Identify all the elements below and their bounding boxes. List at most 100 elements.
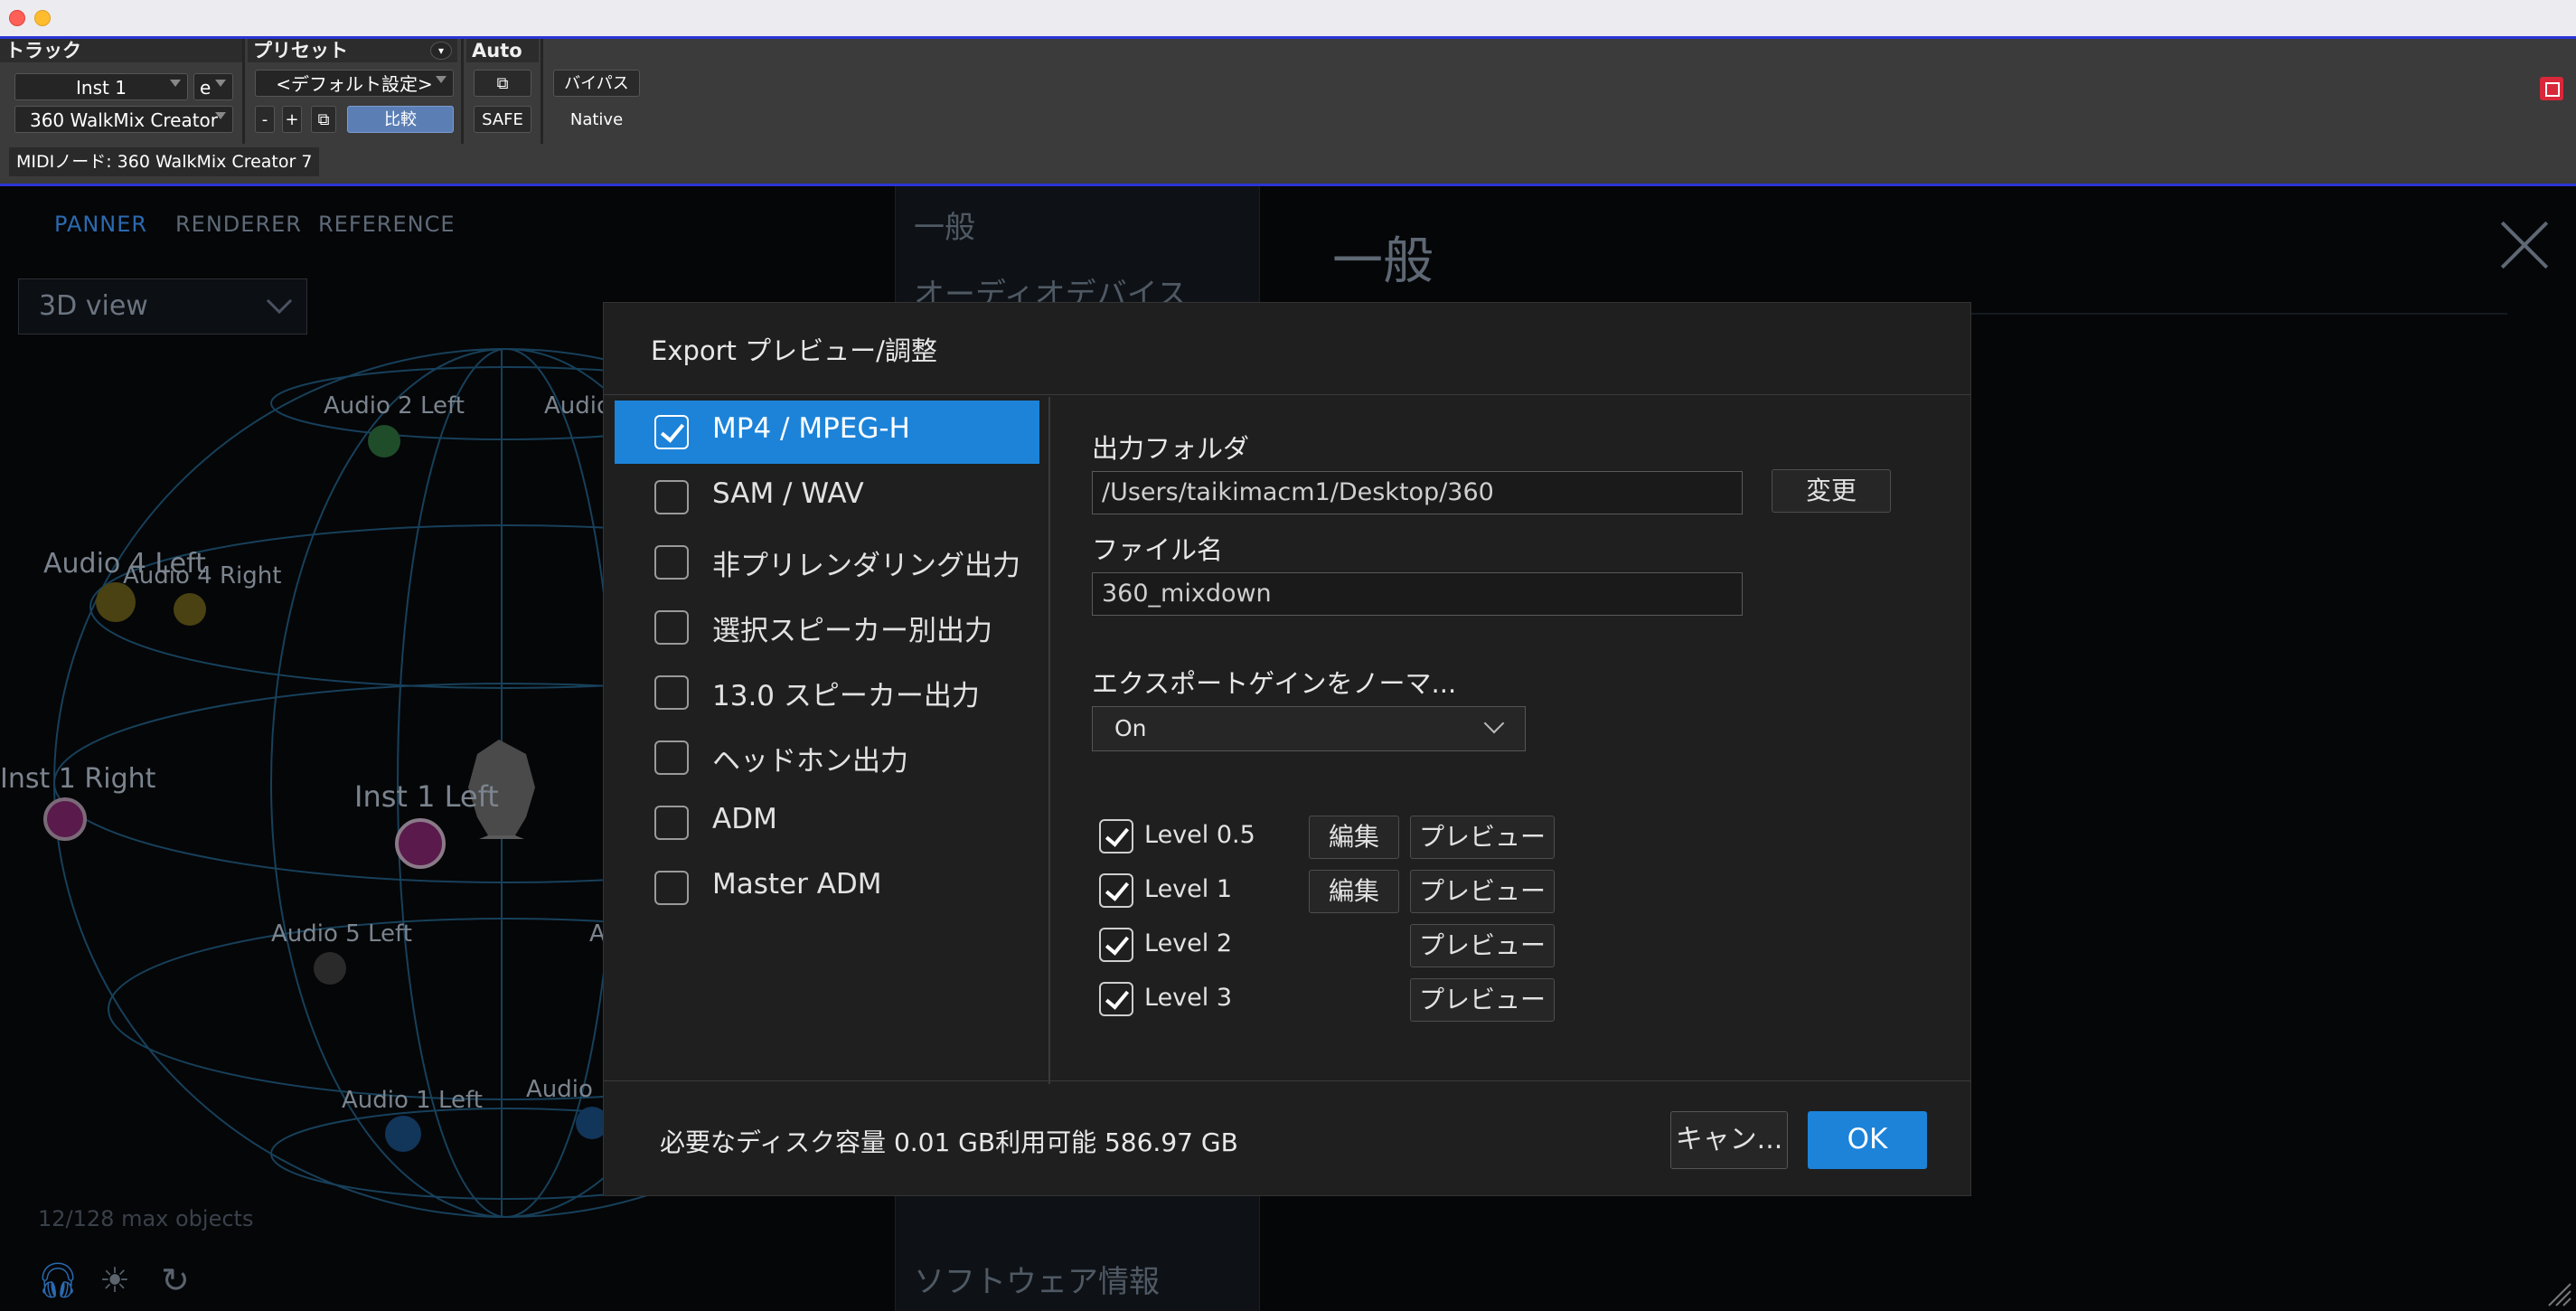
plugin-selector[interactable]: 360 WalkMix Creator: [14, 106, 233, 133]
format-item-mp4-mpeg-h[interactable]: MP4 / MPEG-H: [615, 401, 1039, 464]
level-0-5-edit-button[interactable]: 編集: [1309, 816, 1399, 859]
plugin-window-close-icon[interactable]: [2540, 77, 2563, 100]
output-folder-label: 出力フォルダ: [1092, 433, 1250, 464]
headphone-icon[interactable]: 🎧︎: [36, 1260, 80, 1301]
format-item-master-adm[interactable]: Master ADM: [615, 856, 1039, 920]
export-dialog: Export プレビュー/調整 MP4 / MPEG-H SAM / WAV 非…: [604, 303, 1970, 1195]
track-suffix-selector[interactable]: e: [193, 73, 233, 100]
level-0-5-checkbox[interactable]: [1099, 819, 1133, 854]
object-label: Audio 5 Left: [271, 920, 412, 948]
track-selector[interactable]: Inst 1: [14, 73, 188, 100]
format-label: ADM: [712, 803, 777, 835]
level-3-checkbox[interactable]: [1099, 982, 1133, 1016]
window-close-button[interactable]: [9, 10, 25, 26]
format-item-headphone[interactable]: ヘッドホン出力: [615, 726, 1039, 789]
level-1-preview-button[interactable]: プレビュー: [1410, 870, 1555, 913]
object-label: Inst 1 Right: [0, 763, 156, 795]
copy-icon: ⧉: [317, 110, 330, 129]
format-checkbox[interactable]: [654, 480, 689, 514]
preset-next-button[interactable]: +: [282, 106, 302, 133]
preset-previous-button[interactable]: -: [255, 106, 275, 133]
format-checkbox[interactable]: [654, 871, 689, 905]
format-item-adm[interactable]: ADM: [615, 791, 1039, 854]
view-mode-value: 3D view: [39, 290, 148, 322]
divider: [604, 394, 1970, 395]
format-checkbox[interactable]: [654, 675, 689, 710]
bypass-button[interactable]: バイパス: [553, 70, 640, 97]
normalize-gain-label: エクスポートゲインをノーマ...: [1092, 668, 1457, 699]
file-name-input[interactable]: 360_mixdown: [1092, 572, 1743, 616]
audio-object-dot: [174, 593, 206, 626]
level-2-checkbox[interactable]: [1099, 928, 1133, 962]
format-checkbox[interactable]: [654, 740, 689, 775]
audio-object-dot: [395, 818, 446, 869]
header-divider: [461, 39, 464, 144]
cancel-button[interactable]: キャン...: [1670, 1111, 1788, 1169]
divider: [604, 1080, 1970, 1081]
object-label: Inst 1 Left: [354, 779, 499, 814]
audio-object-dot: [368, 425, 400, 457]
export-format-list: MP4 / MPEG-H SAM / WAV 非プリレンダリング出力 選択スピー…: [615, 397, 1050, 1084]
refresh-icon[interactable]: ↻: [161, 1260, 190, 1300]
header-filler: [543, 39, 2576, 62]
object-label: Audio 1: [526, 1076, 616, 1103]
output-folder-input[interactable]: /Users/taikimacm1/Desktop/360: [1092, 471, 1743, 514]
auto-label: Auto: [466, 39, 539, 62]
preset-label: プリセット: [248, 39, 457, 62]
level-3-preview-button[interactable]: プレビュー: [1410, 978, 1555, 1022]
level-1-checkbox[interactable]: [1099, 873, 1133, 908]
change-folder-button[interactable]: 変更: [1772, 469, 1891, 513]
automation-window-button[interactable]: ⧉: [474, 70, 531, 97]
chevron-down-icon: [1483, 712, 1505, 734]
format-label: 13.0 スピーカー出力: [712, 680, 980, 712]
format-label: 非プリレンダリング出力: [712, 550, 1020, 582]
format-label: MP4 / MPEG-H: [712, 412, 910, 445]
format-label: SAM / WAV: [712, 477, 864, 510]
settings-close-icon[interactable]: [2498, 219, 2551, 271]
midi-node-label: MIDIノード: 360 WalkMix Creator 7: [9, 147, 320, 176]
window-titlebar: [0, 0, 2576, 36]
plugin-header: トラック プリセット ▾ Auto Inst 1 e 360 WalkMix C…: [0, 36, 2576, 186]
format-checkbox[interactable]: [654, 415, 689, 449]
view-mode-dropdown[interactable]: 3D view: [18, 278, 307, 335]
format-item-13-0-speakers[interactable]: 13.0 スピーカー出力: [615, 661, 1039, 724]
object-label: Audio 4 Right: [123, 562, 282, 589]
format-item-selected-speakers[interactable]: 選択スピーカー別出力: [615, 596, 1039, 659]
resize-grip-icon[interactable]: [2543, 1278, 2572, 1307]
preset-copy-button[interactable]: ⧉: [311, 106, 336, 133]
object-label: Audio: [544, 392, 611, 420]
dialog-title: Export プレビュー/調整: [651, 335, 937, 366]
compare-button[interactable]: 比較: [347, 106, 454, 133]
normalize-gain-value: On: [1114, 715, 1147, 741]
ok-button[interactable]: OK: [1808, 1111, 1927, 1169]
format-item-sam-wav[interactable]: SAM / WAV: [615, 466, 1039, 529]
preset-menu-button[interactable]: ▾: [430, 42, 452, 60]
level-2-preview-button[interactable]: プレビュー: [1410, 924, 1555, 967]
settings-page-title: 一般: [1332, 232, 1434, 291]
level-label: Level 3: [1144, 984, 1233, 1012]
settings-nav-software-info[interactable]: ソフトウェア情報: [914, 1257, 1160, 1301]
disk-space-info: 必要なディスク容量 0.01 GB利用可能 586.97 GB: [660, 1127, 1238, 1157]
safe-button[interactable]: SAFE: [474, 106, 531, 133]
level-label: Level 0.5: [1144, 821, 1255, 849]
format-item-non-prerendered[interactable]: 非プリレンダリング出力: [615, 531, 1039, 594]
automation-icon: ⧉: [496, 74, 509, 93]
max-objects-counter: 12/128 max objects: [38, 1206, 254, 1231]
level-0-5-preview-button[interactable]: プレビュー: [1410, 816, 1555, 859]
track-label: トラック: [0, 39, 242, 62]
normalize-gain-dropdown[interactable]: On: [1092, 706, 1526, 751]
chevron-down-icon: [266, 288, 293, 315]
level-label: Level 1: [1144, 875, 1233, 903]
object-label: Audio 1 Left: [342, 1087, 483, 1114]
level-1-edit-button[interactable]: 編集: [1309, 870, 1399, 913]
settings-nav-general[interactable]: 一般: [914, 203, 975, 247]
level-label: Level 2: [1144, 929, 1233, 957]
format-checkbox[interactable]: [654, 545, 689, 580]
preset-selector[interactable]: <デフォルト設定>: [255, 70, 454, 97]
lightbulb-icon[interactable]: ☀︎: [99, 1260, 130, 1300]
format-checkbox[interactable]: [654, 610, 689, 645]
audio-object-dot: [43, 797, 87, 841]
header-divider: [242, 39, 245, 144]
window-minimize-button[interactable]: [34, 10, 51, 26]
format-checkbox[interactable]: [654, 806, 689, 840]
